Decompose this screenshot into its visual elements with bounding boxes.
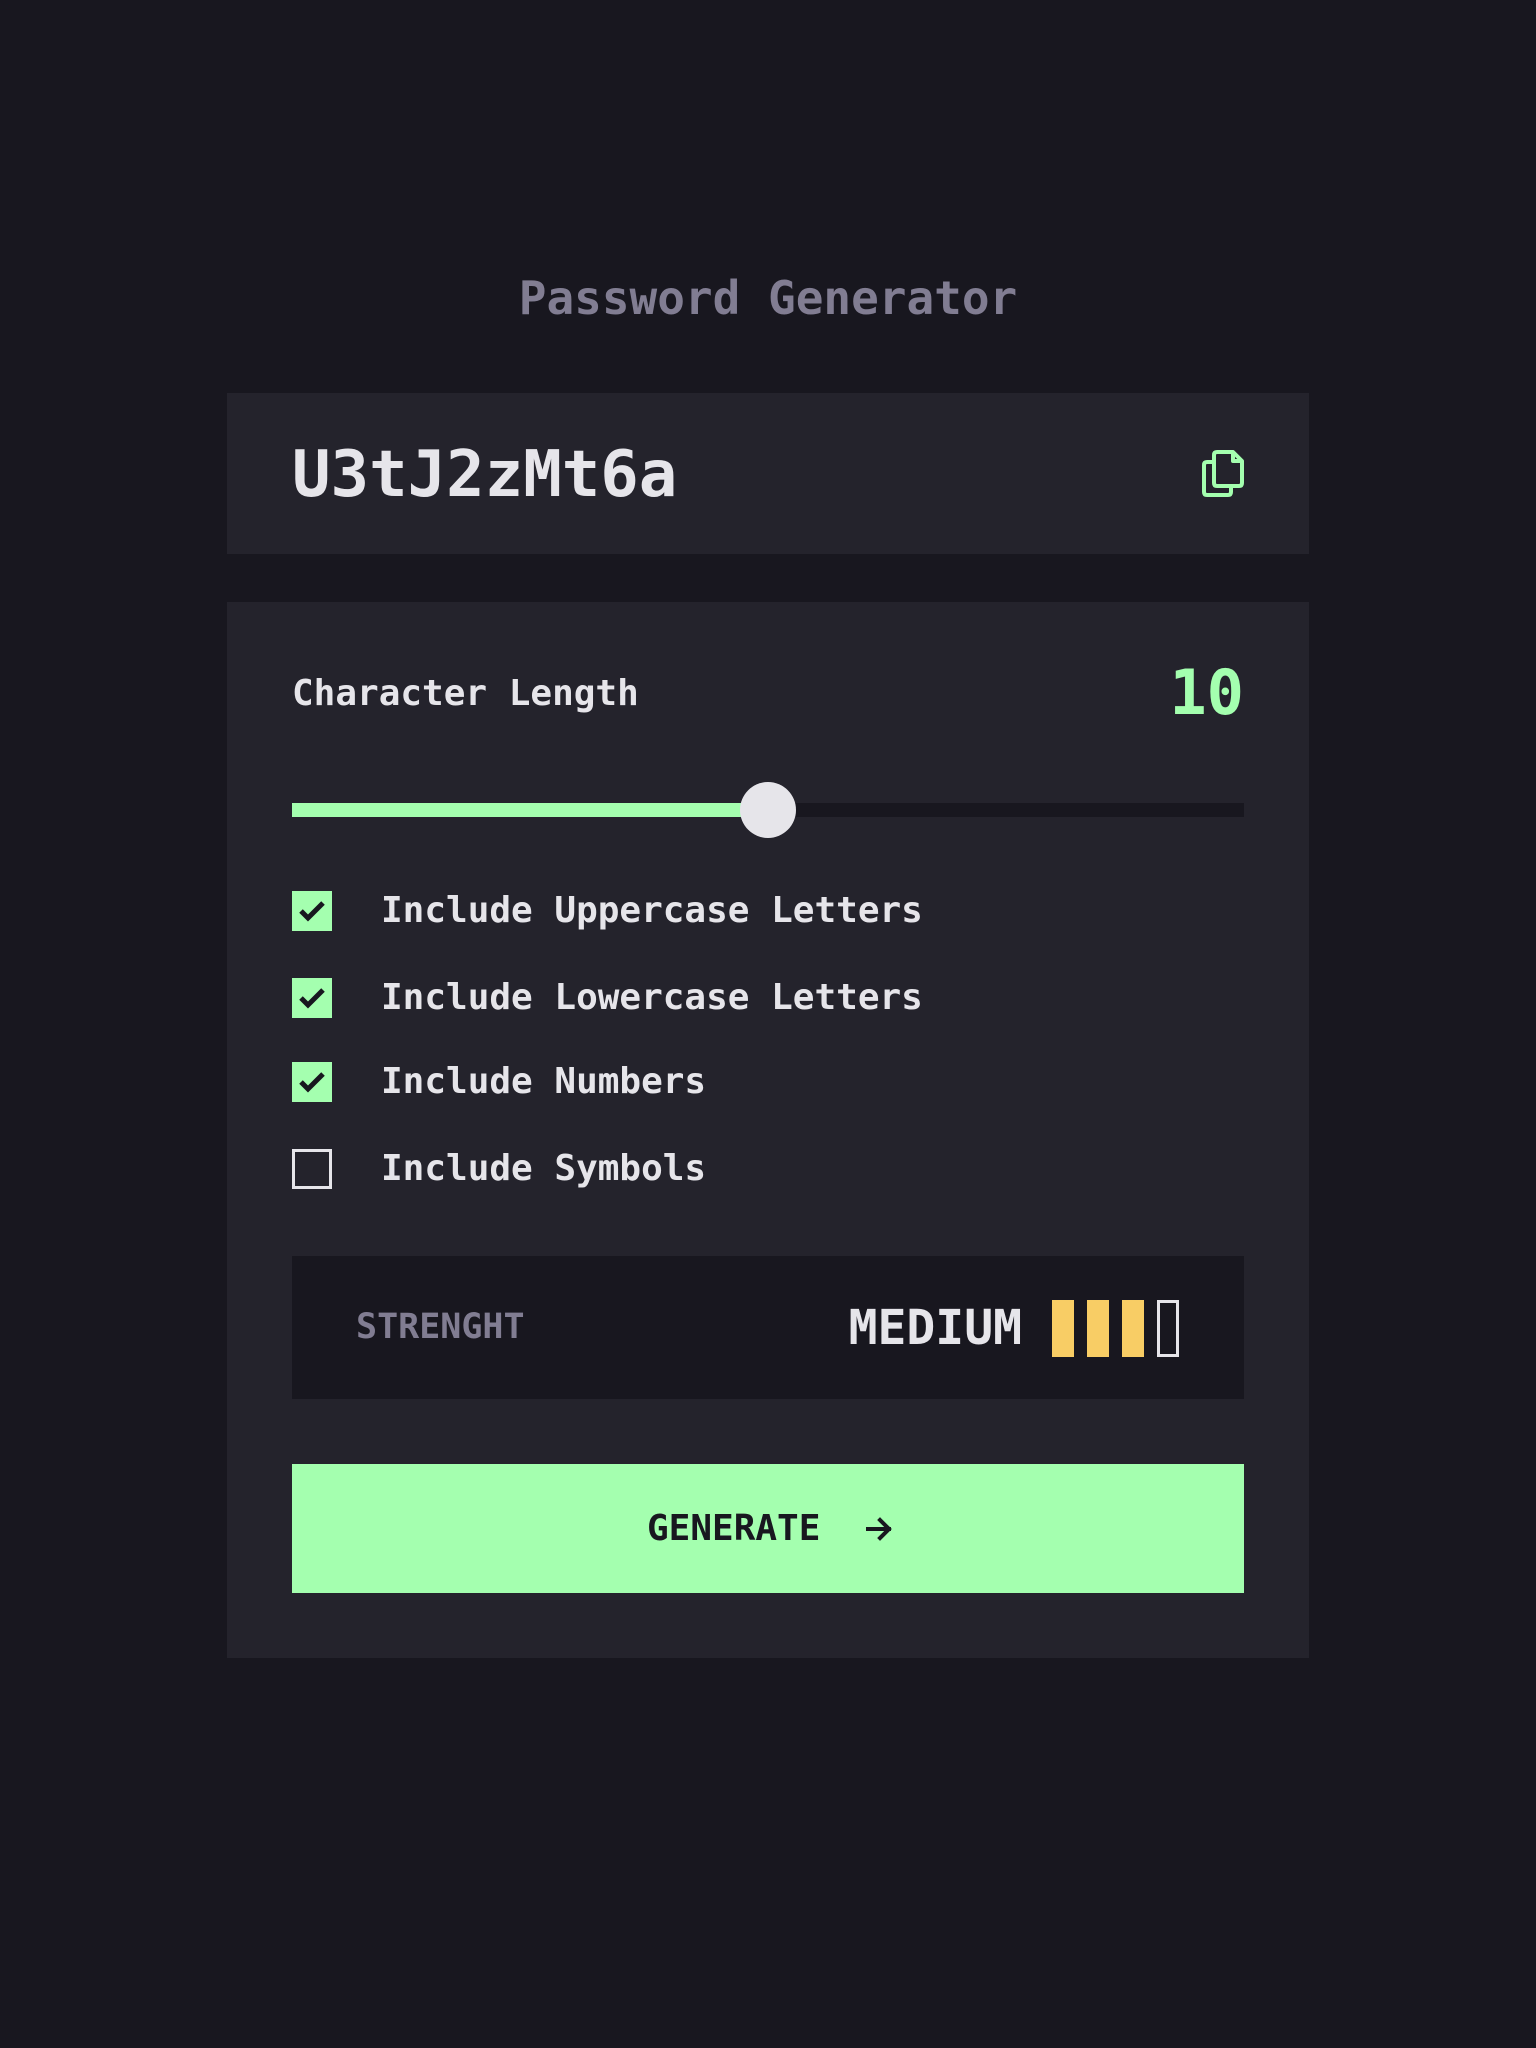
uppercase-label: Include Uppercase Letters <box>381 890 923 931</box>
generate-label: GENERATE <box>647 1508 821 1549</box>
strength-bar-3 <box>1122 1300 1144 1357</box>
slider-fill <box>292 803 768 817</box>
numbers-checkbox[interactable] <box>292 1062 332 1102</box>
numbers-label: Include Numbers <box>381 1061 707 1102</box>
character-length-slider[interactable] <box>292 782 1244 838</box>
symbols-label: Include Symbols <box>381 1148 707 1189</box>
lowercase-label: Include Lowercase Letters <box>381 977 923 1018</box>
copy-icon[interactable] <box>1200 448 1246 498</box>
strength-bar-1 <box>1052 1300 1074 1357</box>
slider-thumb[interactable] <box>740 782 796 838</box>
strength-value: MEDIUM <box>848 1300 1022 1356</box>
symbols-checkbox[interactable] <box>292 1149 332 1189</box>
character-length-label: Character Length <box>292 673 639 714</box>
strength-bar-4 <box>1157 1300 1179 1357</box>
option-lowercase[interactable]: Include Lowercase Letters <box>292 976 1092 1020</box>
uppercase-checkbox[interactable] <box>292 891 332 931</box>
option-uppercase[interactable]: Include Uppercase Letters <box>292 889 1092 933</box>
arrow-right-icon <box>865 1515 893 1543</box>
option-symbols[interactable]: Include Symbols <box>292 1147 1092 1191</box>
strength-bar-2 <box>1087 1300 1109 1357</box>
generate-button[interactable]: GENERATE <box>292 1464 1244 1593</box>
lowercase-checkbox[interactable] <box>292 978 332 1018</box>
app-title: Password Generator <box>518 271 1018 325</box>
strength-meter: STRENGHT MEDIUM <box>292 1256 1244 1399</box>
generated-password: U3tJ2zMt6a <box>292 438 678 512</box>
strength-label: STRENGHT <box>356 1307 525 1347</box>
character-length-value: 10 <box>1169 656 1244 729</box>
password-display: U3tJ2zMt6a <box>227 393 1309 554</box>
option-numbers[interactable]: Include Numbers <box>292 1060 1092 1104</box>
settings-panel: Character Length 10 Include Uppercase Le… <box>227 602 1309 1658</box>
